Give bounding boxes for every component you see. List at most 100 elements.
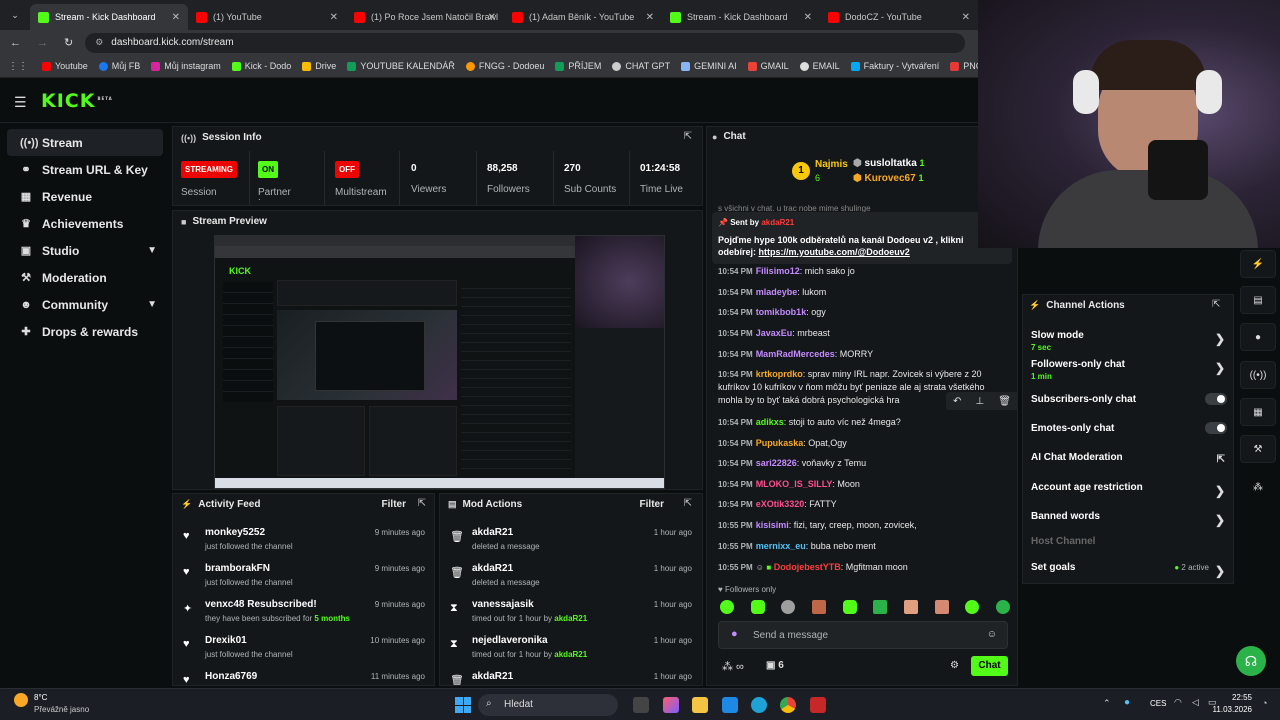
- slow-mode-setting[interactable]: Slow mode 7 sec ❯: [1031, 330, 1227, 352]
- taskbar-search[interactable]: ⌕ Hledat: [478, 694, 618, 716]
- notification-icon[interactable]: ◔: [1262, 698, 1267, 708]
- weather-icon[interactable]: [14, 693, 28, 707]
- banned-words-setting[interactable]: Banned words ❯: [1031, 511, 1227, 527]
- kick-logo[interactable]: KICK BETA: [41, 90, 113, 112]
- bookmark[interactable]: Můj FB: [98, 61, 140, 71]
- filter-button[interactable]: Filter: [382, 499, 406, 510]
- chevron-up-icon[interactable]: ⌃: [1103, 698, 1111, 709]
- bookmark[interactable]: FNGG - Dodoeu: [465, 61, 544, 71]
- subscribers-only-toggle[interactable]: [1205, 393, 1227, 405]
- close-icon[interactable]: ✕: [330, 12, 338, 23]
- browser-tab[interactable]: Stream - Kick Dashboard ✕: [30, 4, 188, 30]
- mic-icon[interactable]: ●: [1124, 697, 1130, 708]
- tab-list-icon[interactable]: ⌄: [0, 10, 30, 21]
- close-icon[interactable]: ✕: [172, 12, 180, 23]
- emotes-only-toggle[interactable]: [1205, 422, 1227, 434]
- pin-icon[interactable]: ⊥: [975, 396, 984, 407]
- emote-icon[interactable]: [842, 600, 857, 614]
- bookmark[interactable]: EMAIL: [799, 61, 840, 71]
- close-icon[interactable]: ✕: [962, 12, 970, 23]
- windows-start-icon[interactable]: [455, 697, 471, 713]
- browser-tab[interactable]: DodoCZ - YouTube ✕: [820, 4, 978, 30]
- bookmark[interactable]: GEMINI AI: [681, 61, 737, 71]
- pinned-link[interactable]: https://m.youtube.com/@Dodoeuv2: [759, 247, 910, 257]
- emote-icon[interactable]: [934, 600, 949, 614]
- send-chat-button[interactable]: Chat: [971, 656, 1008, 676]
- reload-icon[interactable]: ↻: [64, 36, 73, 49]
- bookmark[interactable]: GMAIL: [747, 61, 789, 71]
- store-icon[interactable]: [722, 697, 738, 713]
- site-info-icon[interactable]: ⚙: [95, 37, 103, 48]
- close-icon[interactable]: ✕: [804, 12, 812, 23]
- ai-moderation-setting[interactable]: AI Chat Moderation ⇱: [1031, 452, 1227, 465]
- support-icon[interactable]: ☊: [1236, 646, 1266, 676]
- edge-icon[interactable]: [751, 697, 767, 713]
- close-icon[interactable]: ✕: [488, 12, 496, 23]
- popout-icon[interactable]: ⇱: [1212, 299, 1220, 310]
- pinned-message[interactable]: 📌 Sent by akdaR21 Pojďme hype 100k odběr…: [712, 212, 1012, 264]
- trash-icon[interactable]: 🗑: [998, 396, 1011, 407]
- task-view-icon[interactable]: [633, 697, 649, 713]
- bookmark[interactable]: PŘÍJEM: [555, 61, 601, 71]
- emote-icon[interactable]: [720, 600, 734, 614]
- followers-only-setting[interactable]: Followers-only chat 1 min ❯: [1031, 359, 1227, 381]
- sidebar-item-community[interactable]: ☻ Community ▼: [7, 291, 163, 318]
- chrome-icon[interactable]: [780, 697, 796, 713]
- sidebar-item-drops-rewards[interactable]: ✚ Drops & rewards: [7, 318, 163, 345]
- clips-icon[interactable]: ▦: [1240, 398, 1276, 426]
- sidebar-item-achievements[interactable]: ♛ Achievements: [7, 210, 163, 237]
- points-counter[interactable]: ▣ 6: [766, 660, 784, 671]
- bookmark[interactable]: YOUTUBE KALENDÁŘ: [347, 61, 455, 71]
- emote-icon[interactable]: [995, 600, 1010, 614]
- bolt-icon[interactable]: ⚡: [1240, 250, 1276, 278]
- gifter[interactable]: ⬢ Kurovec67 1: [853, 173, 923, 184]
- browser-tab[interactable]: Stream - Kick Dashboard ✕: [662, 4, 820, 30]
- bookmark[interactable]: Drive: [302, 61, 336, 71]
- sidebar-item-stream[interactable]: ((•)) Stream: [7, 129, 163, 156]
- chat-icon[interactable]: ●: [1240, 323, 1276, 351]
- file-explorer-icon[interactable]: [692, 697, 708, 713]
- emote-icon[interactable]: [750, 600, 765, 614]
- emoji-icon[interactable]: ☺: [987, 629, 997, 640]
- chat-input[interactable]: ● Send a message ☺: [718, 621, 1008, 649]
- filter-button[interactable]: Filter: [640, 499, 664, 510]
- menu-icon[interactable]: ☰: [14, 94, 27, 111]
- wifi-icon[interactable]: ◠: [1174, 697, 1182, 708]
- emote-icon[interactable]: [781, 600, 796, 614]
- popout-icon[interactable]: ⇱: [418, 498, 426, 509]
- set-goals-setting[interactable]: Set goals ● 2 active ❯: [1031, 562, 1227, 578]
- users-icon[interactable]: ⁂ ∞: [722, 660, 744, 673]
- emote-icon[interactable]: [965, 600, 980, 614]
- mic-icon[interactable]: ●: [731, 628, 738, 640]
- sidebar-item-revenue[interactable]: ▦ Revenue: [7, 183, 163, 210]
- popout-icon[interactable]: ⇱: [684, 131, 692, 142]
- document-icon[interactable]: ▤: [1240, 286, 1276, 314]
- emote-icon[interactable]: [903, 600, 918, 614]
- copilot-icon[interactable]: [663, 697, 679, 713]
- volume-icon[interactable]: ◁: [1192, 697, 1199, 708]
- sidebar-item-stream-url-key[interactable]: ⚭ Stream URL & Key: [7, 156, 163, 183]
- account-age-setting[interactable]: Account age restriction ❯: [1031, 482, 1227, 498]
- browser-tab[interactable]: (1) Adam Běník - YouTube ✕: [504, 4, 662, 30]
- bookmark[interactable]: CHAT GPT: [612, 61, 670, 71]
- sidebar-item-studio[interactable]: ▣ Studio ▼: [7, 237, 163, 264]
- top-gifter-name[interactable]: Najmis: [815, 159, 848, 170]
- url-field[interactable]: ⚙ dashboard.kick.com/stream: [85, 32, 966, 53]
- close-icon[interactable]: ✕: [646, 12, 654, 23]
- browser-tab[interactable]: (1) YouTube ✕: [188, 4, 346, 30]
- popout-icon[interactable]: ⇱: [684, 498, 692, 509]
- stream-preview-video[interactable]: KICK: [214, 235, 665, 489]
- app-icon[interactable]: [810, 697, 826, 713]
- apps-icon[interactable]: ⋮⋮: [8, 61, 28, 72]
- bookmark[interactable]: Youtube: [42, 61, 88, 71]
- bookmark[interactable]: Kick - Dodo: [231, 61, 291, 71]
- broadcast-icon[interactable]: ((•)): [1240, 361, 1276, 389]
- gear-icon[interactable]: ⚙: [950, 660, 959, 671]
- emote-icon[interactable]: [873, 600, 888, 614]
- bookmark[interactable]: Faktury - Vytváření: [850, 61, 939, 71]
- browser-tab[interactable]: (1) Po Roce Jsem Natočil Brawl ✕: [346, 4, 504, 30]
- wrench-icon[interactable]: ⚒: [1240, 435, 1276, 463]
- undo-icon[interactable]: ↶: [953, 396, 961, 407]
- bookmark[interactable]: Můj instagram: [151, 61, 221, 71]
- gifter[interactable]: ⬢ susloltatka 1: [853, 158, 925, 169]
